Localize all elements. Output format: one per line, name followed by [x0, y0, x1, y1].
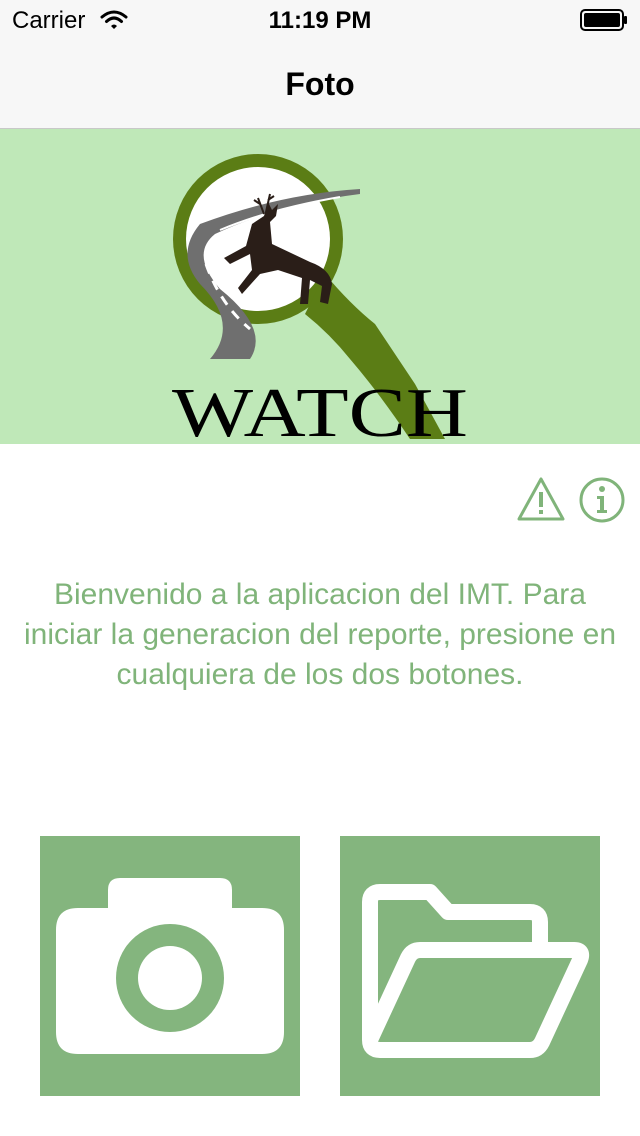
q-watch-logo: WATCH: [172, 154, 468, 444]
logo-text: WATCH: [172, 375, 468, 444]
clock: 11:19 PM: [268, 7, 372, 34]
warning-triangle-icon[interactable]: [516, 476, 566, 522]
camera-icon: [56, 878, 284, 1054]
camera-button[interactable]: [40, 836, 300, 1096]
open-folder-button[interactable]: [340, 836, 600, 1096]
status-bar: Carrier 11:19 PM: [0, 0, 640, 40]
page-title: Foto: [285, 66, 355, 102]
welcome-message: Bienvenido a la aplicacion del IMT. Para…: [23, 578, 617, 691]
battery-icon: [580, 9, 627, 31]
info-circle-icon[interactable]: [578, 476, 626, 524]
header-banner: WATCH: [0, 129, 640, 444]
navigation-bar: Foto: [0, 40, 640, 129]
open-folder-icon: [362, 884, 590, 1058]
